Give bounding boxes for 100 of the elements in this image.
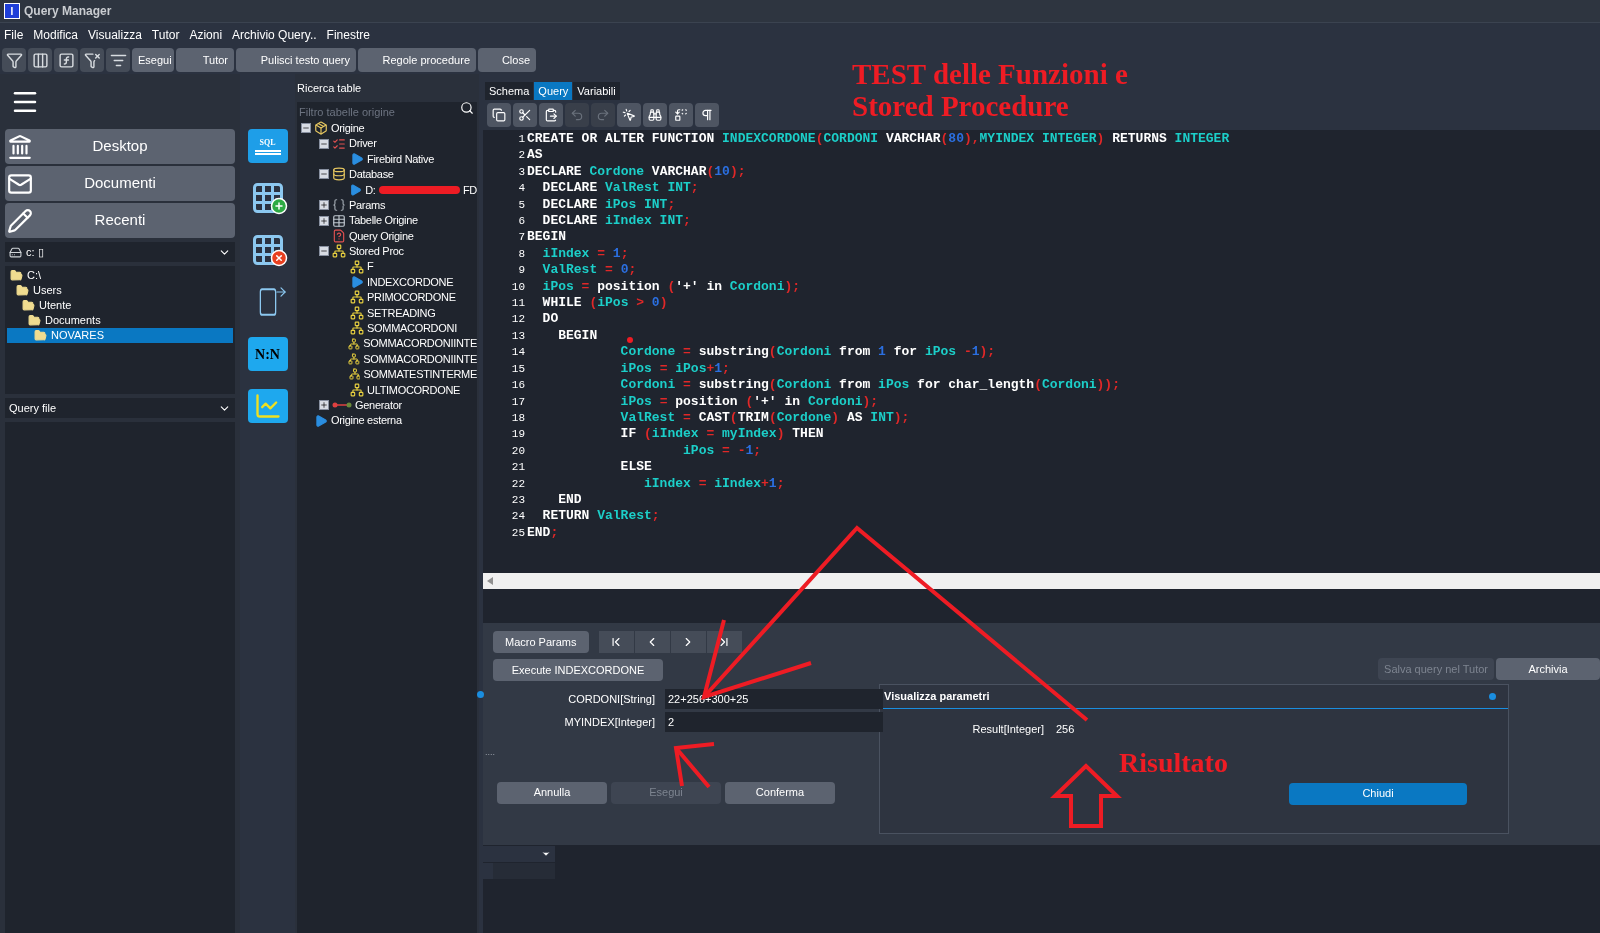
tree-item[interactable]: Origine <box>331 119 365 137</box>
procedure-icon <box>350 382 364 397</box>
menu-item[interactable]: File <box>4 26 24 44</box>
tab[interactable]: Variabili <box>573 82 620 100</box>
dialog-button[interactable]: Conferma <box>725 781 835 804</box>
menu-item[interactable]: Azioni <box>189 26 223 44</box>
tree-item[interactable]: ULTIMOCORDONE <box>367 381 461 399</box>
folder-label: NOVARES <box>51 328 104 344</box>
folder-item[interactable]: Documents <box>7 313 233 328</box>
filter-button[interactable] <box>80 48 104 72</box>
expander-button[interactable] <box>319 215 329 226</box>
menu-item[interactable]: Tutor <box>151 26 180 44</box>
tree-item[interactable]: Origine esterna <box>331 412 402 429</box>
first-button[interactable] <box>598 631 634 653</box>
tree-item-end: FD <box>462 182 477 198</box>
toolbar-button[interactable]: Close <box>478 48 536 72</box>
function-button[interactable] <box>54 48 78 72</box>
line-number: 11 <box>510 296 526 312</box>
toolbar-button[interactable]: Regole procedure <box>358 48 476 72</box>
tab[interactable]: Query <box>534 82 573 100</box>
tree-item[interactable]: Firebird Native <box>367 150 435 168</box>
folder-item[interactable]: C:\ <box>7 268 233 283</box>
menu-item[interactable]: Modifica <box>33 26 79 44</box>
line-number: 10 <box>510 279 526 295</box>
side-button[interactable]: Archivia <box>1496 658 1600 680</box>
columns-icon <box>31 51 49 69</box>
param-label: MYINDEX[Integer] <box>563 714 655 730</box>
expander-button[interactable] <box>319 400 329 411</box>
tree-item[interactable]: Database <box>349 166 394 183</box>
expander-button[interactable] <box>319 246 329 257</box>
toolbar-button[interactable]: Esegui <box>132 48 174 72</box>
paste-button[interactable] <box>539 103 563 127</box>
pilcrow-icon <box>700 108 714 122</box>
nav-button[interactable]: Documenti <box>5 166 235 201</box>
menu-item[interactable]: Archivio Query.. <box>232 26 317 44</box>
copy-icon <box>492 108 506 122</box>
code-line: DECLARE iPos INT; <box>541 196 676 214</box>
execute-button[interactable]: Execute INDEXCORDONE <box>493 659 663 681</box>
file-filter-select[interactable]: Query file <box>5 398 235 418</box>
tree-item[interactable]: D: <box>365 181 376 198</box>
code-line: DO <box>541 311 559 328</box>
horizontal-scrollbar[interactable] <box>483 573 1600 589</box>
code-editor[interactable] <box>483 130 1600 573</box>
tree-item[interactable]: Query Origine <box>349 227 414 245</box>
dialog-dismiss-button[interactable]: Chiudi <box>1289 782 1467 805</box>
tree-item[interactable]: Params <box>349 196 386 214</box>
folder-item[interactable]: NOVARES <box>7 328 233 343</box>
pilcrow-button[interactable] <box>695 103 719 127</box>
macro-params-button[interactable]: Macro Params <box>493 631 589 653</box>
line-number: 22 <box>510 476 526 492</box>
dialog-button[interactable]: Annulla <box>497 781 607 804</box>
play-icon <box>350 275 364 290</box>
toolbar-button[interactable]: Pulisci testo query <box>236 48 356 72</box>
tree-item[interactable]: SOMMACORDONI <box>367 320 457 337</box>
tree-item[interactable]: INDEXCORDONE <box>367 273 454 291</box>
tree-item[interactable]: PRIMOCORDONE <box>367 289 456 306</box>
param-field[interactable]: 22+256+300+25 <box>665 689 883 709</box>
columns-button[interactable] <box>28 48 52 72</box>
cut-button[interactable] <box>513 103 537 127</box>
code-line: iPos = position ('+' in Cordoni); <box>619 393 879 410</box>
scroll-left-icon[interactable] <box>487 577 493 585</box>
chart-icon[interactable] <box>247 389 288 423</box>
folder-item[interactable]: Utente <box>7 298 233 313</box>
expander-button[interactable] <box>319 169 329 180</box>
drive-label: c: ▯ <box>26 244 45 260</box>
line-number: 12 <box>510 312 526 328</box>
tree-item[interactable]: SOMMACORDONIINTE <box>363 335 477 352</box>
menu-item[interactable]: Finestre <box>326 26 370 44</box>
tree-item[interactable]: SETREADING <box>367 304 436 322</box>
filter-button[interactable] <box>2 48 26 72</box>
expander-button[interactable] <box>301 123 311 134</box>
tree-item[interactable]: Driver <box>349 135 377 152</box>
expander-button[interactable] <box>319 200 329 211</box>
binoculars-icon <box>648 108 662 122</box>
nav-button[interactable]: Desktop <box>5 129 235 164</box>
menu-item[interactable]: Visualizza <box>88 26 142 44</box>
param-field[interactable]: 2 <box>665 712 883 732</box>
replace-button[interactable] <box>669 103 693 127</box>
tree-item[interactable]: SOMMACORDONIINTE <box>363 350 477 368</box>
tree-item[interactable]: Generator <box>355 397 402 414</box>
tree-item[interactable]: F <box>367 258 374 275</box>
code-line: BEGIN <box>557 327 598 345</box>
relation-icon[interactable]: N:N <box>247 337 288 371</box>
search-icon[interactable] <box>460 100 474 115</box>
tree-item[interactable]: Stored Proc <box>349 243 404 260</box>
tab[interactable]: Schema <box>485 82 534 100</box>
nav-button[interactable]: Recenti <box>5 203 235 238</box>
search-field[interactable]: Filtro tabelle origine <box>297 102 477 121</box>
expander-button[interactable] <box>319 138 329 149</box>
nav-label: Desktop <box>91 136 149 157</box>
binoculars-button[interactable] <box>643 103 667 127</box>
drive-select[interactable]: c: ▯ <box>5 242 235 262</box>
tree-item[interactable]: Tabelle Origine <box>349 212 418 229</box>
cut-icon <box>518 108 532 122</box>
folder-item[interactable]: Users <box>7 283 233 298</box>
filter-button[interactable] <box>106 48 130 72</box>
toolbar-button[interactable]: Tutor <box>176 48 234 72</box>
copy-button[interactable] <box>487 103 511 127</box>
pointer-button[interactable] <box>617 103 641 127</box>
tree-item[interactable]: SOMMATESTINTERME <box>363 366 477 383</box>
